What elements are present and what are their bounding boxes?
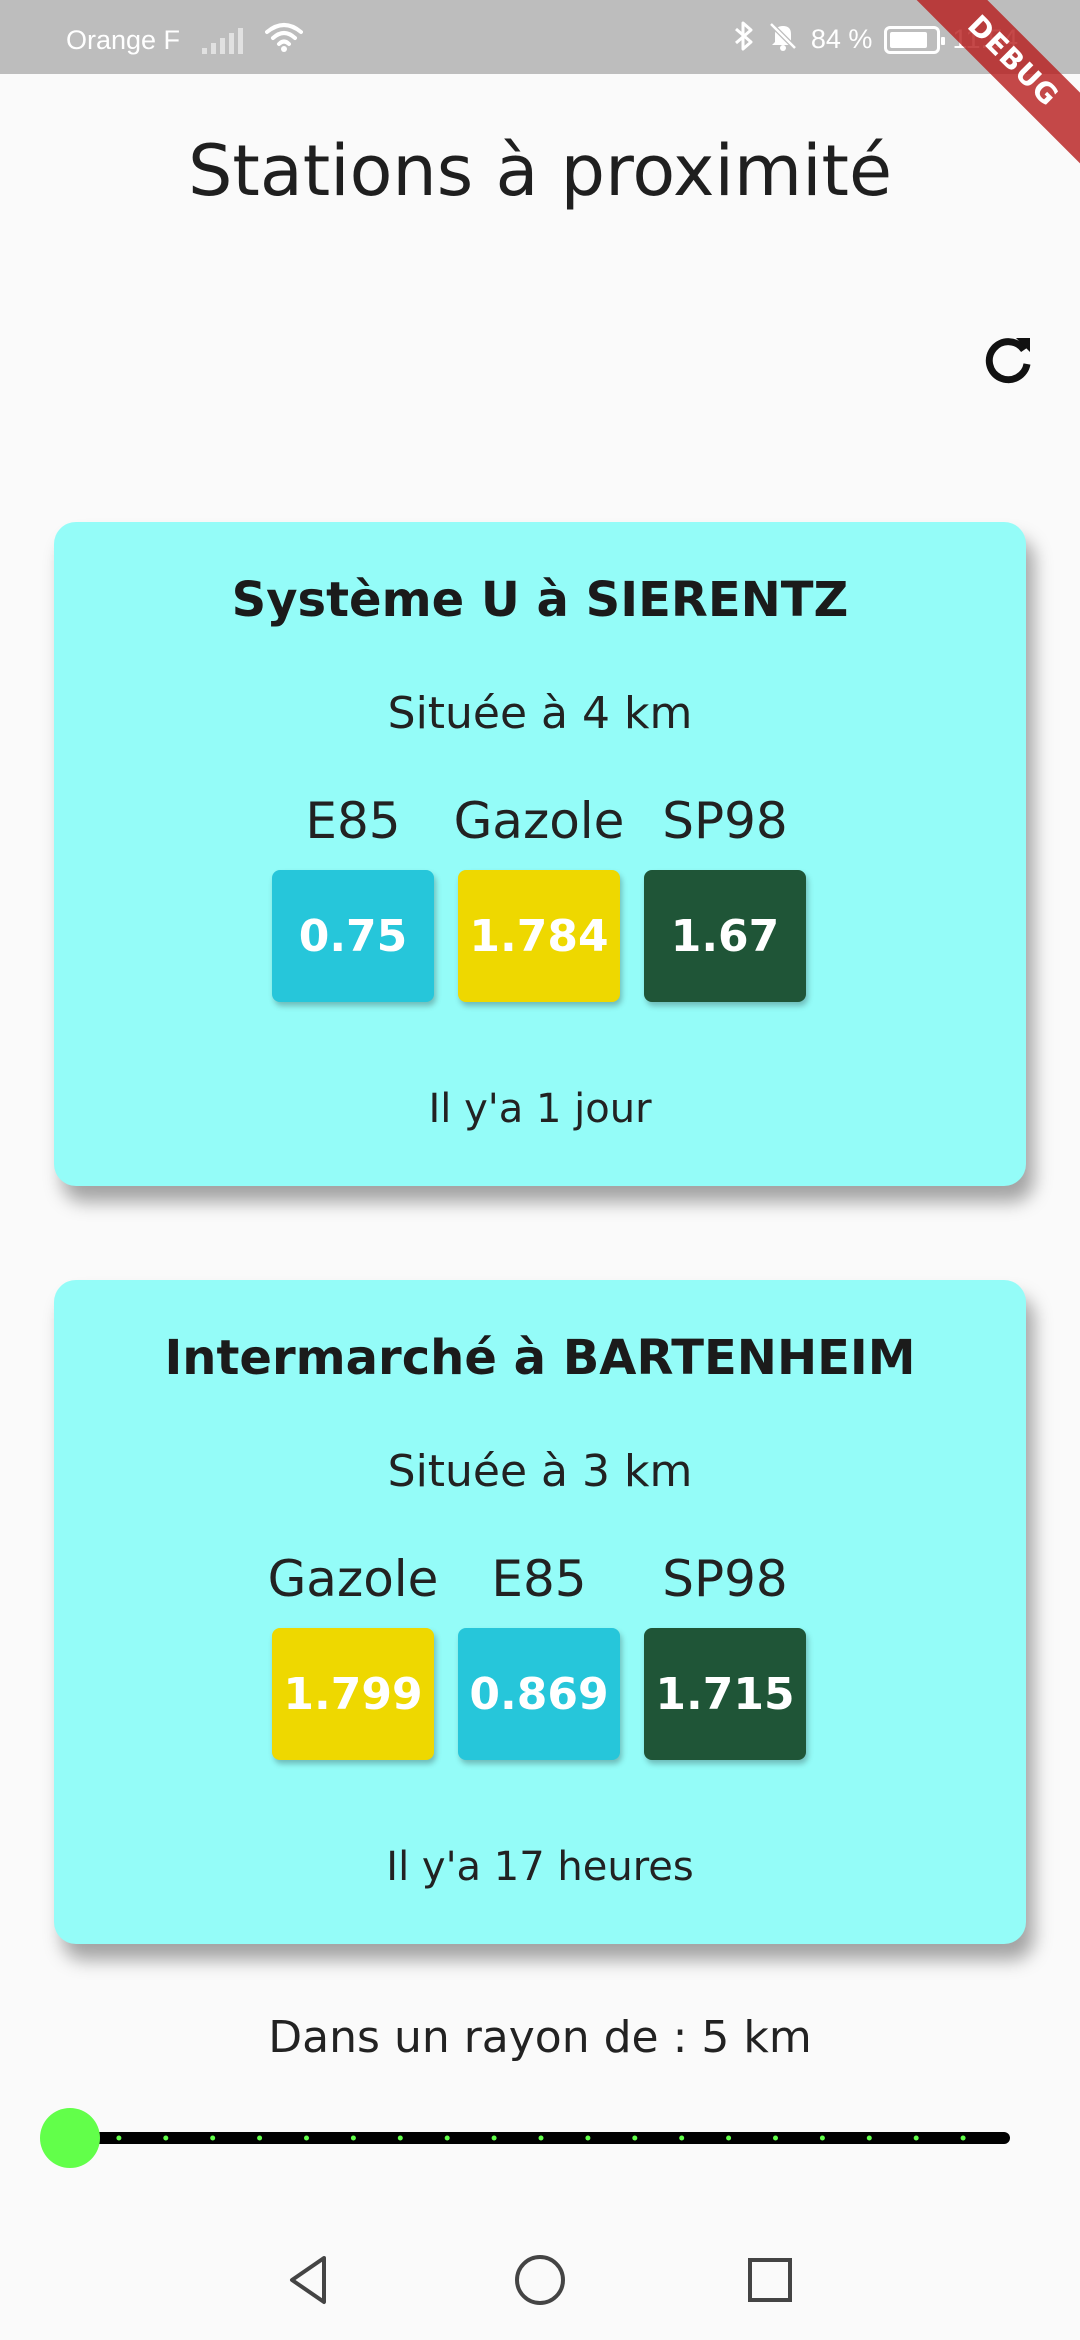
station-card[interactable]: Intermarché à BARTENHEIM Située à 3 km G… [54, 1280, 1026, 1944]
recents-icon [748, 2258, 792, 2302]
slider-tick [632, 2135, 638, 2141]
slider-tick [163, 2135, 169, 2141]
home-icon [515, 2255, 565, 2305]
battery-percent: 84 % [810, 24, 873, 54]
slider-tick [116, 2135, 122, 2141]
page-title: Stations à proximité [187, 130, 893, 212]
slider-tick [819, 2135, 825, 2141]
fuel-name: SP98 [662, 1550, 788, 1608]
wifi-icon [265, 22, 304, 59]
slider-tick [538, 2135, 544, 2141]
status-bar: Orange F 84 % [0, 0, 1080, 74]
slider-tick [491, 2135, 497, 2141]
refresh-button[interactable] [978, 330, 1038, 390]
fuel-price: 1.67 [644, 870, 806, 1002]
home-button[interactable] [510, 2250, 570, 2310]
back-button[interactable] [280, 2250, 340, 2310]
slider-tick [397, 2135, 403, 2141]
radius-label: Dans un rayon de : 5 km [268, 2012, 812, 2063]
station-name: Système U à SIERENTZ [231, 572, 849, 628]
app-screen: Orange F 84 % DEBUG Stations à proximité… [0, 0, 1080, 2340]
slider-tick [726, 2135, 732, 2141]
slider-tick [773, 2135, 778, 2141]
slider-tick [304, 2135, 309, 2141]
fuel-price: 1.784 [458, 870, 620, 1002]
fuel-name: SP98 [662, 792, 788, 850]
last-updated: Il y'a 1 jour [428, 1086, 652, 1132]
slider-tick [960, 2135, 966, 2141]
station-card[interactable]: Système U à SIERENTZ Située à 4 km E85 0… [54, 522, 1026, 1186]
slider-tick [210, 2135, 216, 2141]
slider-tick [444, 2135, 450, 2141]
radius-slider[interactable] [40, 2106, 1020, 2170]
recents-button[interactable] [740, 2250, 800, 2310]
refresh-icon [985, 338, 1031, 384]
slider-tick [866, 2135, 872, 2141]
slider-tick [679, 2135, 685, 2141]
navigation-bar [0, 2220, 1080, 2340]
carrier-name: Orange F [66, 25, 181, 55]
fuel-item: Gazole 1.799 [268, 1550, 438, 1760]
last-updated: Il y'a 17 heures [386, 1844, 694, 1890]
back-icon [290, 2256, 326, 2304]
fuel-price: 0.75 [272, 870, 434, 1002]
slider-thumb[interactable] [40, 2108, 100, 2168]
station-distance: Située à 3 km [387, 1446, 693, 1497]
slider-tick [350, 2135, 356, 2141]
slider-tick [913, 2135, 919, 2141]
fuel-prices: E85 0.75 Gazole 1.784 SP98 1.67 [272, 792, 812, 1002]
slider-tick [257, 2135, 263, 2141]
battery-icon [884, 25, 946, 54]
bell-off-icon [767, 20, 799, 59]
fuel-item: SP98 1.67 [644, 792, 806, 1002]
fuel-item: Gazole 1.784 [454, 792, 624, 1002]
fuel-item: E85 0.869 [458, 1550, 620, 1760]
bluetooth-icon [733, 20, 755, 59]
fuel-price: 0.869 [458, 1628, 620, 1760]
fuel-price: 1.715 [644, 1628, 806, 1760]
slider-tick [585, 2135, 591, 2141]
station-name: Intermarché à BARTENHEIM [164, 1330, 916, 1386]
fuel-prices: Gazole 1.799 E85 0.869 SP98 1.715 [268, 1550, 812, 1760]
fuel-item: SP98 1.715 [644, 1550, 806, 1760]
fuel-price: 1.799 [272, 1628, 434, 1760]
slider-ticks [116, 2135, 966, 2141]
station-distance: Située à 4 km [387, 688, 693, 739]
signal-icon [202, 27, 244, 54]
fuel-item: E85 0.75 [272, 792, 434, 1002]
